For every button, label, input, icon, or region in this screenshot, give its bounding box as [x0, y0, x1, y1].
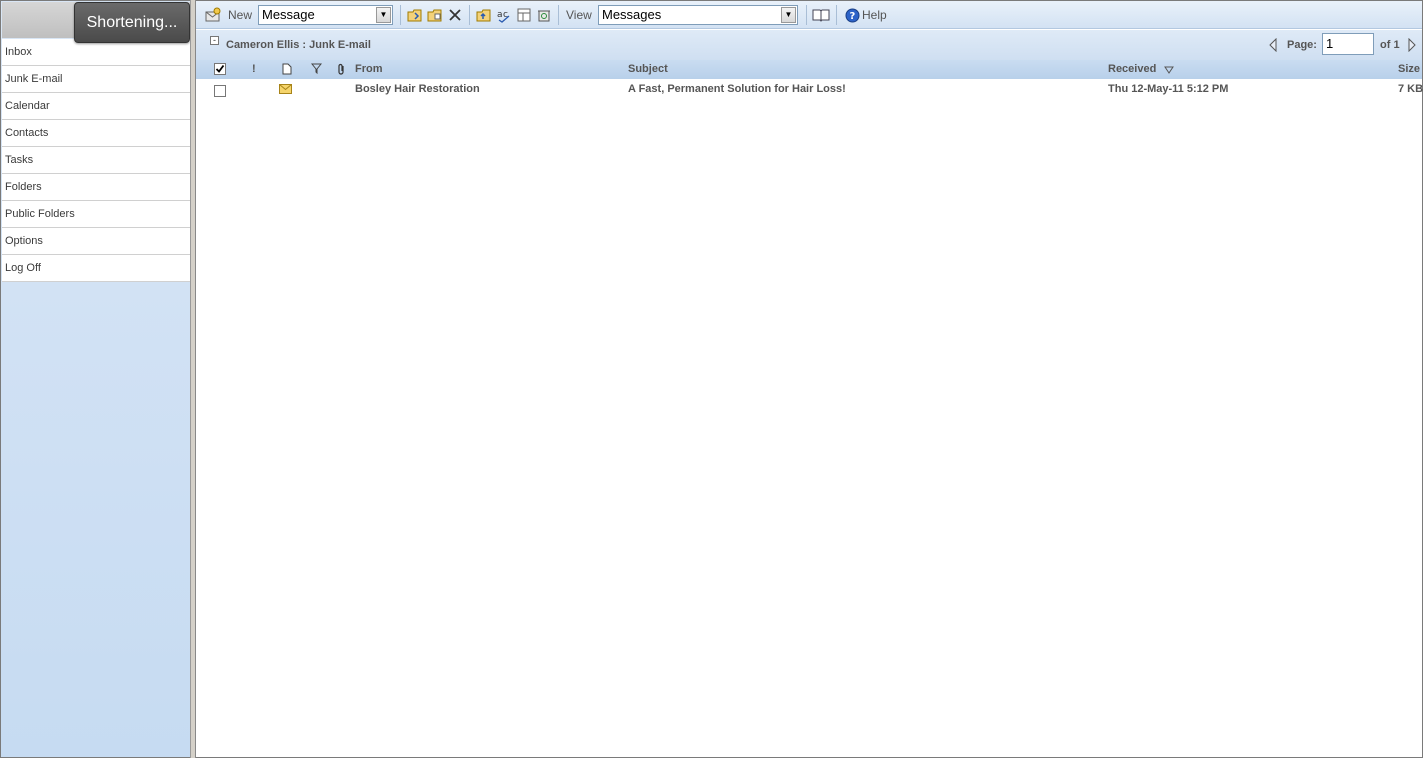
empty-trash-icon[interactable]	[535, 6, 553, 24]
view-select-value: Messages	[602, 7, 662, 22]
message-checkbox[interactable]	[214, 85, 226, 97]
navigation-pane: Inbox Junk E-mail Calendar Contacts Task…	[0, 0, 191, 758]
svg-text:a: a	[497, 10, 503, 20]
view-select[interactable]: Messages ▼	[598, 5, 798, 25]
message-subject[interactable]: A Fast, Permanent Solution for Hair Loss…	[628, 83, 846, 95]
subject-column-header[interactable]: Subject	[628, 63, 668, 75]
message-received[interactable]: Thu 12-May-11 5:12 PM	[1108, 83, 1228, 95]
nav-item-tasks[interactable]: Tasks	[2, 147, 190, 174]
nav-item-contacts[interactable]: Contacts	[2, 120, 190, 147]
nav-item-log-off[interactable]: Log Off	[2, 255, 190, 282]
table-row[interactable]: Bosley Hair Restoration A Fast, Permanen…	[196, 81, 1423, 99]
toolbar: New Message ▼ ac View Messages ▼ ? Help	[196, 1, 1422, 29]
move-to-folder-icon[interactable]	[406, 6, 424, 24]
new-item-select-value: Message	[262, 7, 315, 22]
message-size[interactable]: 7 KB	[1398, 83, 1423, 95]
flag-column-icon[interactable]	[310, 63, 323, 77]
svg-text:?: ?	[849, 11, 855, 22]
folder-title: Cameron Ellis : Junk E-mail	[226, 39, 371, 51]
new-item-select[interactable]: Message ▼	[258, 5, 393, 25]
help-link[interactable]: Help	[862, 8, 887, 22]
previous-page-icon[interactable]	[1268, 37, 1278, 55]
select-all-checkbox[interactable]	[214, 63, 226, 75]
from-column-header[interactable]: From	[355, 63, 383, 75]
collapse-icon[interactable]: -	[210, 36, 219, 45]
size-column-header[interactable]: Size	[1398, 63, 1420, 75]
check-names-icon[interactable]: ac	[495, 6, 513, 24]
next-page-icon[interactable]	[1407, 37, 1417, 55]
importance-column-icon[interactable]: !	[252, 63, 256, 75]
nav-item-options[interactable]: Options	[2, 228, 190, 255]
status-tooltip: Shortening...	[74, 2, 190, 43]
copy-to-folder-icon[interactable]	[426, 6, 444, 24]
item-type-column-icon[interactable]	[282, 63, 292, 78]
nav-list: Inbox Junk E-mail Calendar Contacts Task…	[2, 39, 190, 282]
help-icon[interactable]: ?	[843, 6, 861, 24]
address-book-icon[interactable]	[812, 6, 830, 24]
chevron-down-icon[interactable]: ▼	[781, 7, 796, 23]
new-item-icon[interactable]	[204, 6, 222, 24]
page-count: of 1	[1380, 39, 1400, 51]
delete-icon[interactable]	[446, 6, 464, 24]
folder-header: - Cameron Ellis : Junk E-mail Page: 1 of…	[196, 30, 1422, 60]
chevron-down-icon[interactable]: ▼	[376, 7, 391, 23]
message-from[interactable]: Bosley Hair Restoration	[355, 83, 480, 95]
main-pane: New Message ▼ ac View Messages ▼ ? Help …	[196, 0, 1423, 758]
sort-descending-icon	[1164, 65, 1174, 77]
reading-pane-icon[interactable]	[515, 6, 533, 24]
page-number-input[interactable]: 1	[1322, 33, 1374, 55]
nav-item-inbox[interactable]: Inbox	[2, 39, 190, 66]
page-label: Page:	[1287, 39, 1317, 51]
nav-item-folders[interactable]: Folders	[2, 174, 190, 201]
received-column-header[interactable]: Received	[1108, 63, 1156, 75]
nav-item-junk-email[interactable]: Junk E-mail	[2, 66, 190, 93]
attachment-column-icon[interactable]	[338, 63, 346, 78]
message-list-header: ! From Subject Received Size	[196, 60, 1422, 80]
envelope-icon	[279, 84, 292, 97]
view-label: View	[566, 8, 592, 22]
new-label: New	[228, 8, 253, 22]
folder-up-icon[interactable]	[475, 6, 493, 24]
nav-item-public-folders[interactable]: Public Folders	[2, 201, 190, 228]
nav-item-calendar[interactable]: Calendar	[2, 93, 190, 120]
